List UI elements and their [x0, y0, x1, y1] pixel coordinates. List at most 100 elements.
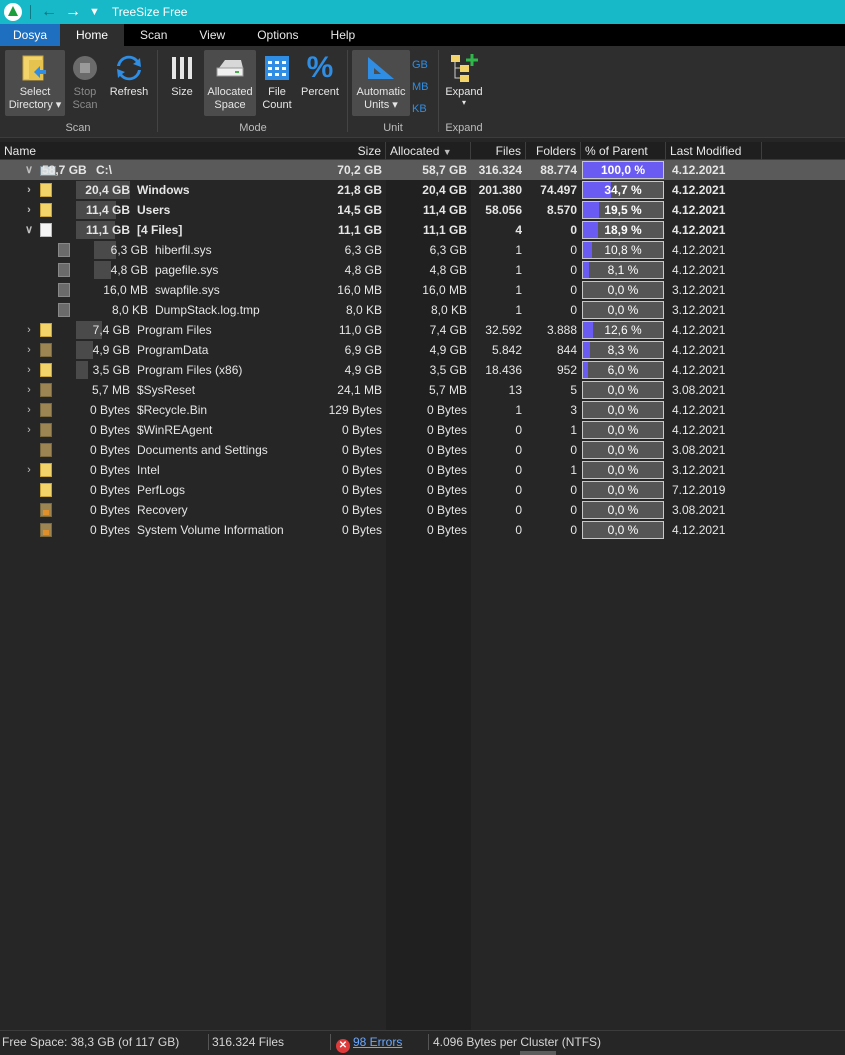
status-cluster: 4.096 Bytes per Cluster (NTFS) [433, 1035, 602, 1049]
back-arrow-icon[interactable]: ← [41, 4, 57, 20]
tree-row[interactable]: ∨ 11,1 GB [4 Files] 11,1 GB 11,1 GB 4 0 18,9 % 4… [0, 220, 845, 240]
percent-bar-text: 100,0 % [600, 163, 646, 177]
row-allocated-label: 8,0 KB [111, 303, 148, 317]
row-last-modified: 3.08.2021 [672, 383, 726, 397]
column-allocated[interactable]: Allocated ▼ [386, 142, 471, 160]
row-folders: 88.774 [540, 163, 577, 177]
percent-bar-text: 0,0 % [607, 503, 639, 517]
file-count-button[interactable]: File Count [259, 50, 295, 116]
stop-scan-button[interactable]: Stop Scan [68, 50, 102, 116]
set-square-icon [364, 50, 398, 86]
customize-toolbar-icon[interactable]: ▼ [89, 6, 100, 18]
expand-chevron-icon[interactable]: › [24, 460, 34, 480]
row-size: 6,9 GB [344, 343, 382, 357]
status-errors[interactable]: ✕ 98 Errors [336, 1031, 402, 1055]
expand-button[interactable]: Expand ▾ [443, 50, 485, 116]
expand-chevron-icon[interactable]: › [24, 360, 34, 380]
column-percent-of-parent[interactable]: % of Parent ... [581, 142, 666, 176]
tree-row[interactable]: 8,0 KB DumpStack.log.tmp 8,0 KB 8,0 KB 1 0 0,0… [0, 300, 845, 320]
row-name: Intel [137, 463, 160, 477]
row-size: 129 Bytes [328, 403, 382, 417]
tree-row[interactable]: 0 Bytes Documents and Settings 0 Bytes 0 By… [0, 440, 845, 460]
column-folders[interactable]: Folders [526, 142, 581, 160]
expand-chevron-icon[interactable]: › [24, 380, 34, 400]
tree-row[interactable]: › 5,7 MB $SysReset 24,1 MB 5,7 MB 13 5 0,0 % 3.0… [0, 380, 845, 400]
tree-row[interactable]: › 0 Bytes $WinREAgent 0 Bytes 0 Bytes 0 1 0,0 %… [0, 420, 845, 440]
sort-descending-icon: ▼ [442, 147, 452, 157]
expand-chevron-icon[interactable]: › [24, 200, 34, 220]
row-files: 1 [515, 283, 522, 297]
tree-row[interactable]: ∨ 58,7 GB C:\ 70,2 GB 58,7 GB 316.324 88.774 10… [0, 160, 845, 180]
tree-row[interactable]: 4,8 GB pagefile.sys 4,8 GB 4,8 GB 1 0 8,1 % 4.1… [0, 260, 845, 280]
row-folders: 8.570 [546, 203, 577, 217]
row-name: Documents and Settings [137, 443, 268, 457]
tree-row[interactable]: › 0 Bytes $Recycle.Bin 129 Bytes 0 Bytes 1 3 0,… [0, 400, 845, 420]
row-allocated-label: 4,8 GB [110, 263, 148, 277]
percent-bar: 0,0 % [582, 441, 664, 459]
column-size[interactable]: Size [300, 142, 386, 160]
automatic-units-label-1: Automatic [356, 86, 406, 98]
row-name: System Volume Information [137, 523, 284, 537]
unit-mb-button[interactable]: MB [412, 76, 429, 98]
column-last-modified[interactable]: Last Modified [666, 142, 762, 160]
select-directory-button[interactable]: Select Directory ▾ [5, 50, 65, 116]
unit-choices: GB MB KB [412, 54, 429, 120]
unit-kb-button[interactable]: KB [412, 98, 429, 120]
tab-view[interactable]: View [183, 24, 241, 46]
status-divider [330, 1034, 331, 1050]
tree-row[interactable]: › 20,4 GB Windows 21,8 GB 20,4 GB 201.380 74.4… [0, 180, 845, 200]
tab-home[interactable]: Home [60, 24, 125, 46]
percent-bar-text: 12,6 % [604, 323, 642, 337]
tab-scan[interactable]: Scan [124, 24, 183, 46]
tree-row[interactable]: 0 Bytes Recovery 0 Bytes 0 Bytes 0 0 0,0 % 3.08… [0, 500, 845, 520]
tab-options[interactable]: Options [241, 24, 314, 46]
row-allocated: 5,7 MB [428, 383, 467, 397]
row-name: C:\ [96, 163, 112, 177]
percent-button[interactable]: % Percent [298, 50, 342, 116]
tree-row[interactable]: › 4,9 GB ProgramData 6,9 GB 4,9 GB 5.842 844 8,… [0, 340, 845, 360]
row-files: 0 [515, 443, 522, 457]
automatic-units-button[interactable]: Automatic Units ▾ [352, 50, 410, 116]
expand-chevron-icon[interactable]: › [24, 180, 34, 200]
row-folders: 1 [570, 423, 577, 437]
collapse-chevron-icon[interactable]: ∨ [24, 220, 34, 240]
tree-row[interactable]: 0 Bytes PerfLogs 0 Bytes 0 Bytes 0 0 0,0 % 7.12… [0, 480, 845, 500]
tab-help[interactable]: Help [315, 24, 372, 46]
unit-gb-button[interactable]: GB [412, 54, 429, 76]
percent-bar-text: 0,0 % [607, 283, 639, 297]
row-allocated: 0 Bytes [426, 503, 467, 517]
expand-dropdown-icon[interactable]: ▾ [462, 99, 466, 107]
tree-row[interactable]: › 11,4 GB Users 14,5 GB 11,4 GB 58.056 8.570 19… [0, 200, 845, 220]
percent-icon: % [306, 51, 334, 84]
group-label-mode: Mode [239, 122, 267, 134]
allocated-space-button[interactable]: Allocated Space [204, 50, 256, 116]
tab-file[interactable]: Dosya [0, 24, 61, 46]
percent-bar: 100,0 % [582, 161, 664, 179]
percent-bar: 8,1 % [582, 261, 664, 279]
row-last-modified: 4.12.2021 [672, 263, 726, 277]
expand-icon [447, 50, 481, 86]
row-size: 0 Bytes [341, 503, 382, 517]
column-files[interactable]: Files [471, 142, 526, 160]
tree-row[interactable]: 0 Bytes System Volume Information 0 Bytes 0… [0, 520, 845, 540]
row-last-modified: 4.12.2021 [672, 163, 726, 177]
tree-row[interactable]: › 7,4 GB Program Files 11,0 GB 7,4 GB 32.592 3… [0, 320, 845, 340]
expand-chevron-icon[interactable]: › [24, 420, 34, 440]
expand-chevron-icon[interactable]: › [24, 320, 34, 340]
expand-chevron-icon[interactable]: › [24, 400, 34, 420]
folder-tree: ∨ 58,7 GB C:\ 70,2 GB 58,7 GB 316.324 88.774 10… [0, 160, 845, 1030]
errors-link[interactable]: 98 Errors [353, 1035, 402, 1049]
tree-row[interactable]: › 3,5 GB Program Files (x86) 4,9 GB 3,5 GB 18… [0, 360, 845, 380]
collapse-chevron-icon[interactable]: ∨ [24, 160, 34, 180]
forward-arrow-icon[interactable]: → [65, 4, 81, 20]
tree-row[interactable]: › 0 Bytes Intel 0 Bytes 0 Bytes 0 1 0,0 % 3.12.2… [0, 460, 845, 480]
row-size: 6,3 GB [344, 243, 382, 257]
status-bar: Free Space: 38,3 GB (of 117 GB) 316.324 … [0, 1030, 845, 1055]
expand-chevron-icon[interactable]: › [24, 340, 34, 360]
tree-row[interactable]: 6,3 GB hiberfil.sys 6,3 GB 6,3 GB 1 0 10,8 % 4.… [0, 240, 845, 260]
tree-row[interactable]: 16,0 MB swapfile.sys 16,0 MB 16,0 MB 1 0 0,0 %… [0, 280, 845, 300]
size-mode-button[interactable]: Size [164, 50, 200, 116]
resize-grip[interactable] [520, 1051, 556, 1055]
column-allocated-label: Allocated [390, 144, 440, 158]
refresh-button[interactable]: Refresh [106, 50, 152, 116]
